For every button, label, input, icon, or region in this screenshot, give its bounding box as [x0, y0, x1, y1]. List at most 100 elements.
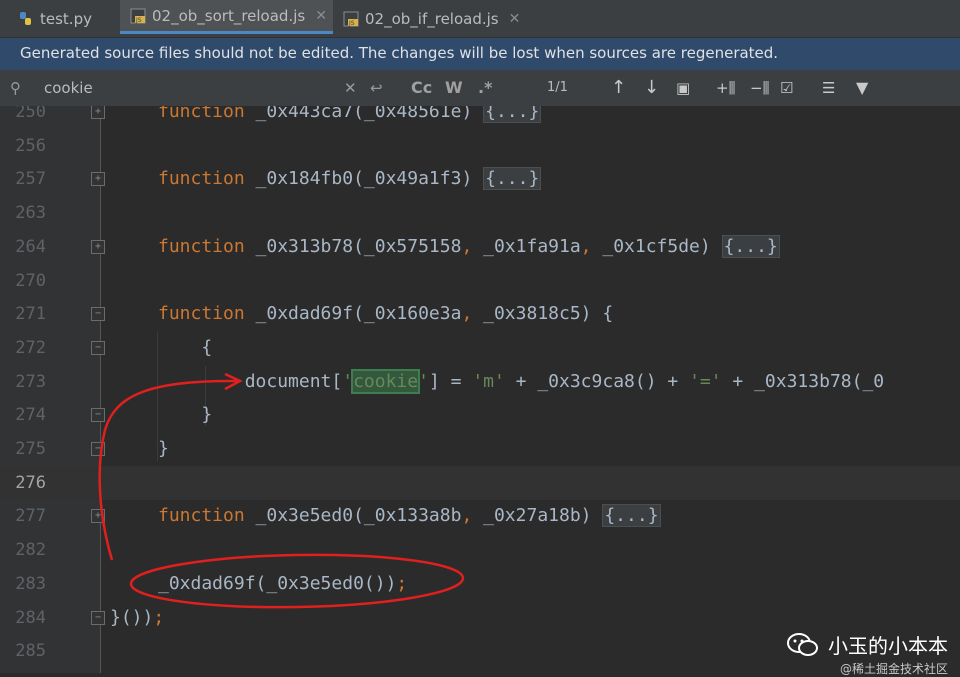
search-input[interactable]: cookie: [44, 73, 344, 103]
line-number: 270: [15, 270, 46, 291]
code-token: {: [158, 336, 213, 358]
match-case-button[interactable]: Cc: [411, 78, 432, 98]
code-text: }: [158, 432, 169, 466]
code-line[interactable]: 282: [0, 533, 960, 567]
next-occurrence-icon[interactable]: ↓: [644, 70, 659, 106]
code-token: ] =: [428, 370, 473, 392]
code-line[interactable]: 272 − {: [0, 331, 960, 365]
code-token: ,: [461, 303, 473, 325]
code-line[interactable]: 275 −}: [0, 432, 960, 466]
code-text: }());: [110, 601, 164, 635]
close-icon[interactable]: ✕: [509, 11, 521, 27]
code-token: + _0x3c9ca8() +: [504, 370, 690, 392]
code-token: _0x1cf5de): [591, 235, 722, 257]
code-line[interactable]: 250 + function _0x443ca7(_0x48561e) {...}: [0, 106, 960, 129]
code-text: }: [158, 398, 212, 432]
clear-icon[interactable]: ✕: [344, 70, 357, 106]
code-line[interactable]: 263: [0, 196, 960, 230]
code-text: function _0xdad69f(_0x160e3a, _0x3818c5)…: [158, 297, 613, 331]
line-number: 256: [15, 135, 46, 156]
editor-tab-bar: test.py JS 02_ob_sort_reload.js ✕ JS 02_…: [0, 0, 960, 38]
select-occurrences-icon[interactable]: ☑: [780, 70, 793, 106]
code-text: function _0x313b78(_0x575158, _0x1fa91a,…: [158, 230, 780, 264]
code-line[interactable]: 270: [0, 264, 960, 298]
select-all-occurrences-icon[interactable]: ▣: [676, 70, 690, 106]
find-toolbar: ⚲ cookie ✕ ↩ Cc W .* 1/1 ↑ ↓ ▣ +⫼ −⫼ ☑ ☰…: [0, 70, 960, 107]
code-token: function: [158, 505, 245, 527]
code-line[interactable]: 283 _0xdad69f(_0x3e5ed0());: [0, 567, 960, 601]
collapse-fold-icon[interactable]: −: [91, 408, 105, 423]
code-token: function: [158, 168, 245, 190]
js-file-icon: JS: [130, 8, 146, 24]
expand-fold-icon[interactable]: +: [91, 509, 105, 524]
code-line[interactable]: 276: [0, 465, 960, 500]
code-token: _0x184fb0(_0x49a1f3): [244, 168, 484, 190]
folded-region[interactable]: {...}: [483, 167, 542, 191]
tab-02-ob-sort-reload[interactable]: JS 02_ob_sort_reload.js ✕: [120, 0, 333, 34]
code-line[interactable]: 256: [0, 129, 960, 163]
tab-02-ob-if-reload[interactable]: JS 02_ob_if_reload.js ✕: [343, 0, 533, 37]
folded-region[interactable]: {...}: [483, 106, 542, 123]
line-number: 257: [15, 169, 46, 190]
line-number: 275: [15, 439, 46, 459]
expand-fold-icon[interactable]: +: [91, 172, 105, 187]
svg-text:JS: JS: [348, 20, 355, 27]
tab-label: test.py: [40, 9, 92, 28]
tab-label: 02_ob_sort_reload.js: [152, 6, 306, 25]
watermark: 小玉的小本本 @稀土掘金技术社区: [786, 630, 948, 676]
code-token: }: [158, 438, 169, 459]
code-token: ': [418, 370, 429, 392]
code-token: }()): [110, 606, 154, 628]
code-token: document[: [158, 370, 343, 392]
line-number: 271: [15, 304, 46, 325]
close-icon[interactable]: ✕: [315, 8, 327, 24]
line-number: 283: [15, 573, 46, 594]
regex-button[interactable]: .*: [478, 78, 492, 98]
watermark-subtitle: @稀土掘金技术社区: [839, 662, 948, 676]
previous-occurrence-icon[interactable]: ↑: [611, 70, 626, 106]
line-number: 274: [15, 405, 46, 426]
svg-text:JS: JS: [135, 17, 142, 24]
code-line[interactable]: 277 + function _0x3e5ed0(_0x133a8b, _0x27a…: [0, 499, 960, 533]
filter-icon[interactable]: ▼: [856, 70, 868, 106]
code-line[interactable]: 264 + function _0x313b78(_0x575158, _0x1fa…: [0, 230, 960, 264]
new-line-icon[interactable]: ↩: [370, 70, 383, 106]
expand-fold-icon[interactable]: +: [91, 106, 105, 119]
line-number: 264: [15, 236, 46, 257]
code-text: function _0x443ca7(_0x48561e) {...}: [158, 106, 542, 129]
search-match-highlight: cookie: [351, 368, 421, 394]
js-file-icon: JS: [343, 11, 359, 27]
code-editor[interactable]: 250 + function _0x443ca7(_0x48561e) {...} 2…: [0, 106, 960, 673]
code-token: _0x27a18b): [472, 505, 603, 527]
code-token: _0xdad69f(_0x160e3a: [244, 303, 462, 325]
code-token: _0x1fa91a: [472, 235, 581, 257]
folded-region[interactable]: {...}: [602, 504, 661, 528]
code-token: _0x3e5ed0(_0x133a8b: [244, 505, 462, 527]
code-token: ,: [461, 235, 473, 257]
line-number: 277: [15, 506, 46, 527]
add-selection-icon[interactable]: +⫼: [716, 70, 735, 106]
code-token: ;: [153, 606, 165, 628]
expand-fold-icon[interactable]: +: [91, 239, 105, 254]
words-button[interactable]: W: [445, 78, 463, 98]
line-number: 282: [15, 540, 46, 561]
tab-test-py[interactable]: test.py: [18, 0, 118, 37]
collapse-fold-icon[interactable]: −: [91, 340, 105, 355]
collapse-fold-icon[interactable]: −: [91, 442, 105, 456]
line-number: 272: [15, 337, 46, 358]
collapse-fold-icon[interactable]: −: [91, 307, 105, 322]
watermark-title: 小玉的小本本: [828, 634, 948, 658]
code-text: _0xdad69f(_0x3e5ed0());: [158, 567, 407, 601]
code-text: {: [158, 331, 212, 365]
code-line[interactable]: 274 − }: [0, 398, 960, 432]
code-line[interactable]: 257 + function _0x184fb0(_0x49a1f3) {...}: [0, 162, 960, 196]
code-token: }: [158, 404, 213, 426]
code-line[interactable]: 271 − function _0xdad69f(_0x160e3a, _0x381…: [0, 297, 960, 331]
collapse-fold-icon[interactable]: −: [91, 610, 105, 625]
folded-region[interactable]: {...}: [721, 234, 780, 258]
code-token: ': [342, 370, 354, 392]
remove-selection-icon[interactable]: −⫼: [750, 70, 769, 106]
filter-results-icon[interactable]: ☰: [822, 70, 835, 106]
line-number: 250: [15, 106, 46, 122]
code-line[interactable]: 273 document['cookie'] = 'm' + _0x3c9ca8…: [0, 365, 960, 399]
